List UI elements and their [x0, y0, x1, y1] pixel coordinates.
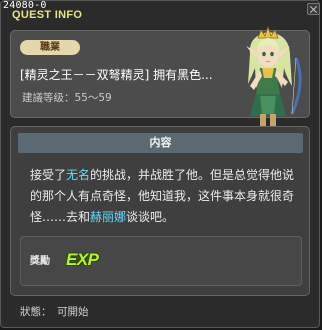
status-label: 狀態：: [20, 306, 52, 318]
description-text: 谈谈吧。: [126, 210, 175, 224]
status-value: 可開始: [57, 306, 89, 318]
quest-description: 接受了无名的挑战，并战胜了他。但是总觉得他说的那个人有点奇怪，他知道我，这件事本…: [30, 165, 296, 228]
reward-panel: [20, 236, 302, 286]
window-title: QUEST INFO: [12, 9, 83, 21]
npc-name-wuming: 无名: [66, 168, 91, 182]
exp-icon: EXP: [66, 250, 99, 269]
description-text: 接受了: [30, 168, 67, 182]
quest-name: [精灵之王－－双弩精灵] 拥有黑色...: [20, 68, 213, 82]
elf-queen-portrait-icon: [246, 25, 302, 133]
recommended-level: 建議等级：55～59: [22, 92, 112, 104]
reward-label: 獎勵: [30, 256, 50, 267]
content-title: 内容: [149, 136, 172, 149]
npc-name-helena: 赫丽娜: [90, 210, 127, 224]
close-icon[interactable]: [307, 3, 320, 15]
job-badge: 職業: [20, 40, 80, 55]
